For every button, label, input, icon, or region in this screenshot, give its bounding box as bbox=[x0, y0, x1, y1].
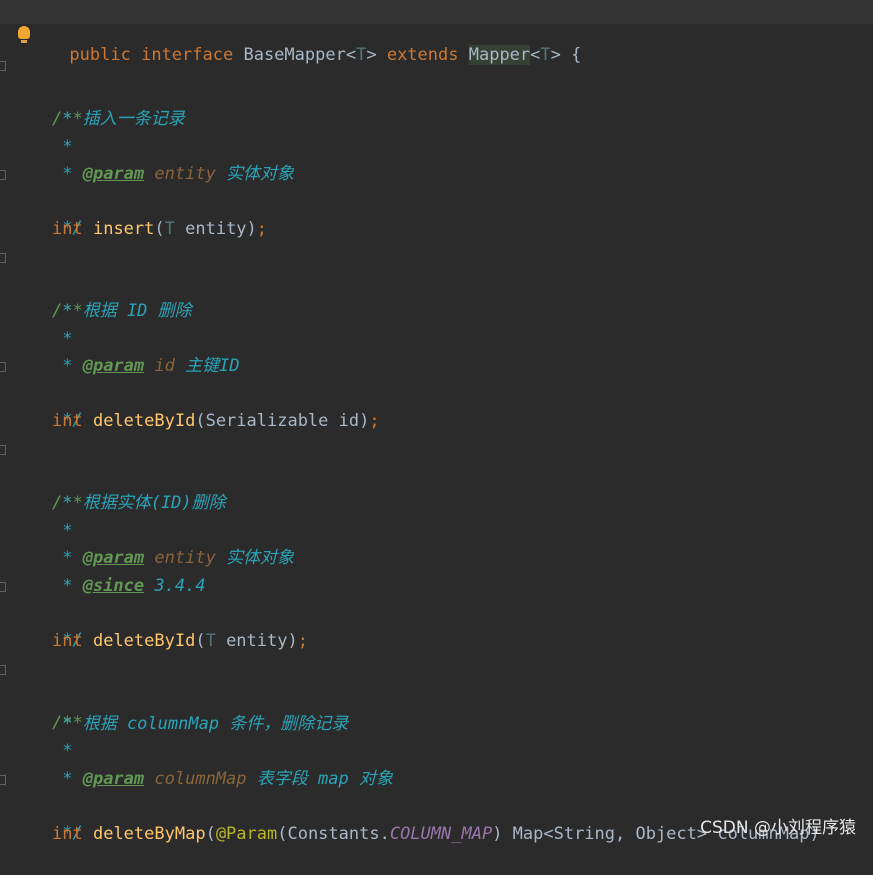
code-line[interactable]: /** bbox=[0, 656, 873, 733]
code-line[interactable]: */ bbox=[0, 766, 873, 843]
code-line[interactable]: * @param columnMap 表字段 map 对象 bbox=[0, 739, 873, 789]
code-line[interactable]: * bbox=[0, 491, 873, 541]
lightbulb-icon[interactable] bbox=[18, 26, 30, 43]
code-line[interactable]: * @since 3.4.4 bbox=[0, 546, 873, 596]
code-line[interactable]: * 根据实体(ID)删除 bbox=[0, 463, 873, 513]
method-name: insert bbox=[92, 219, 155, 239]
fold-marker-icon[interactable] bbox=[0, 665, 6, 675]
fold-marker-icon[interactable] bbox=[0, 362, 6, 372]
fold-marker-icon[interactable] bbox=[0, 253, 6, 263]
code-line[interactable]: * 根据 ID 删除 bbox=[0, 271, 873, 321]
code-line-method-deletebyid-entity[interactable]: int deleteById(T entity); bbox=[0, 601, 873, 651]
code-line[interactable]: * 根据 columnMap 条件，删除记录 bbox=[0, 684, 873, 734]
method-name: deleteById bbox=[92, 411, 196, 431]
method-name: deleteById bbox=[92, 631, 196, 651]
code-line[interactable]: * @param id 主键ID bbox=[0, 326, 873, 376]
annotation: @Param bbox=[215, 824, 278, 844]
method-name: deleteByMap bbox=[92, 824, 206, 844]
fold-marker-icon[interactable] bbox=[0, 582, 6, 592]
code-line[interactable]: * @param entity 实体对象 bbox=[0, 518, 873, 568]
code-line[interactable]: * 插入一条记录 bbox=[0, 79, 873, 129]
code-line[interactable]: * @param entity 实体对象 bbox=[0, 134, 873, 184]
code-line[interactable]: /** bbox=[0, 244, 873, 321]
code-line-method-deletebyid[interactable]: int deleteById(Serializable id); bbox=[0, 381, 873, 431]
code-line[interactable]: * bbox=[0, 299, 873, 349]
code-line[interactable]: */ bbox=[0, 573, 873, 650]
code-line[interactable]: */ bbox=[0, 161, 873, 238]
fold-marker-icon[interactable] bbox=[0, 170, 6, 180]
fold-marker-icon[interactable] bbox=[0, 61, 6, 71]
code-editor[interactable]: public interface BaseMapper<T> extends M… bbox=[0, 0, 873, 846]
code-line[interactable]: * bbox=[0, 107, 873, 157]
code-line[interactable]: * bbox=[0, 711, 873, 761]
fold-marker-icon[interactable] bbox=[0, 775, 6, 785]
watermark: CSDN @小刘程序猿 bbox=[700, 818, 856, 838]
code-line[interactable]: */ bbox=[0, 353, 873, 430]
code-line-interface-declaration[interactable]: public interface BaseMapper<T> extends M… bbox=[0, 0, 873, 65]
fold-marker-icon[interactable] bbox=[0, 445, 6, 455]
code-line-method-insert[interactable]: int insert(T entity); bbox=[0, 189, 873, 239]
code-line[interactable]: /** bbox=[0, 52, 873, 129]
constant: COLUMN_MAP bbox=[389, 824, 493, 844]
code-line[interactable]: /** bbox=[0, 436, 873, 513]
